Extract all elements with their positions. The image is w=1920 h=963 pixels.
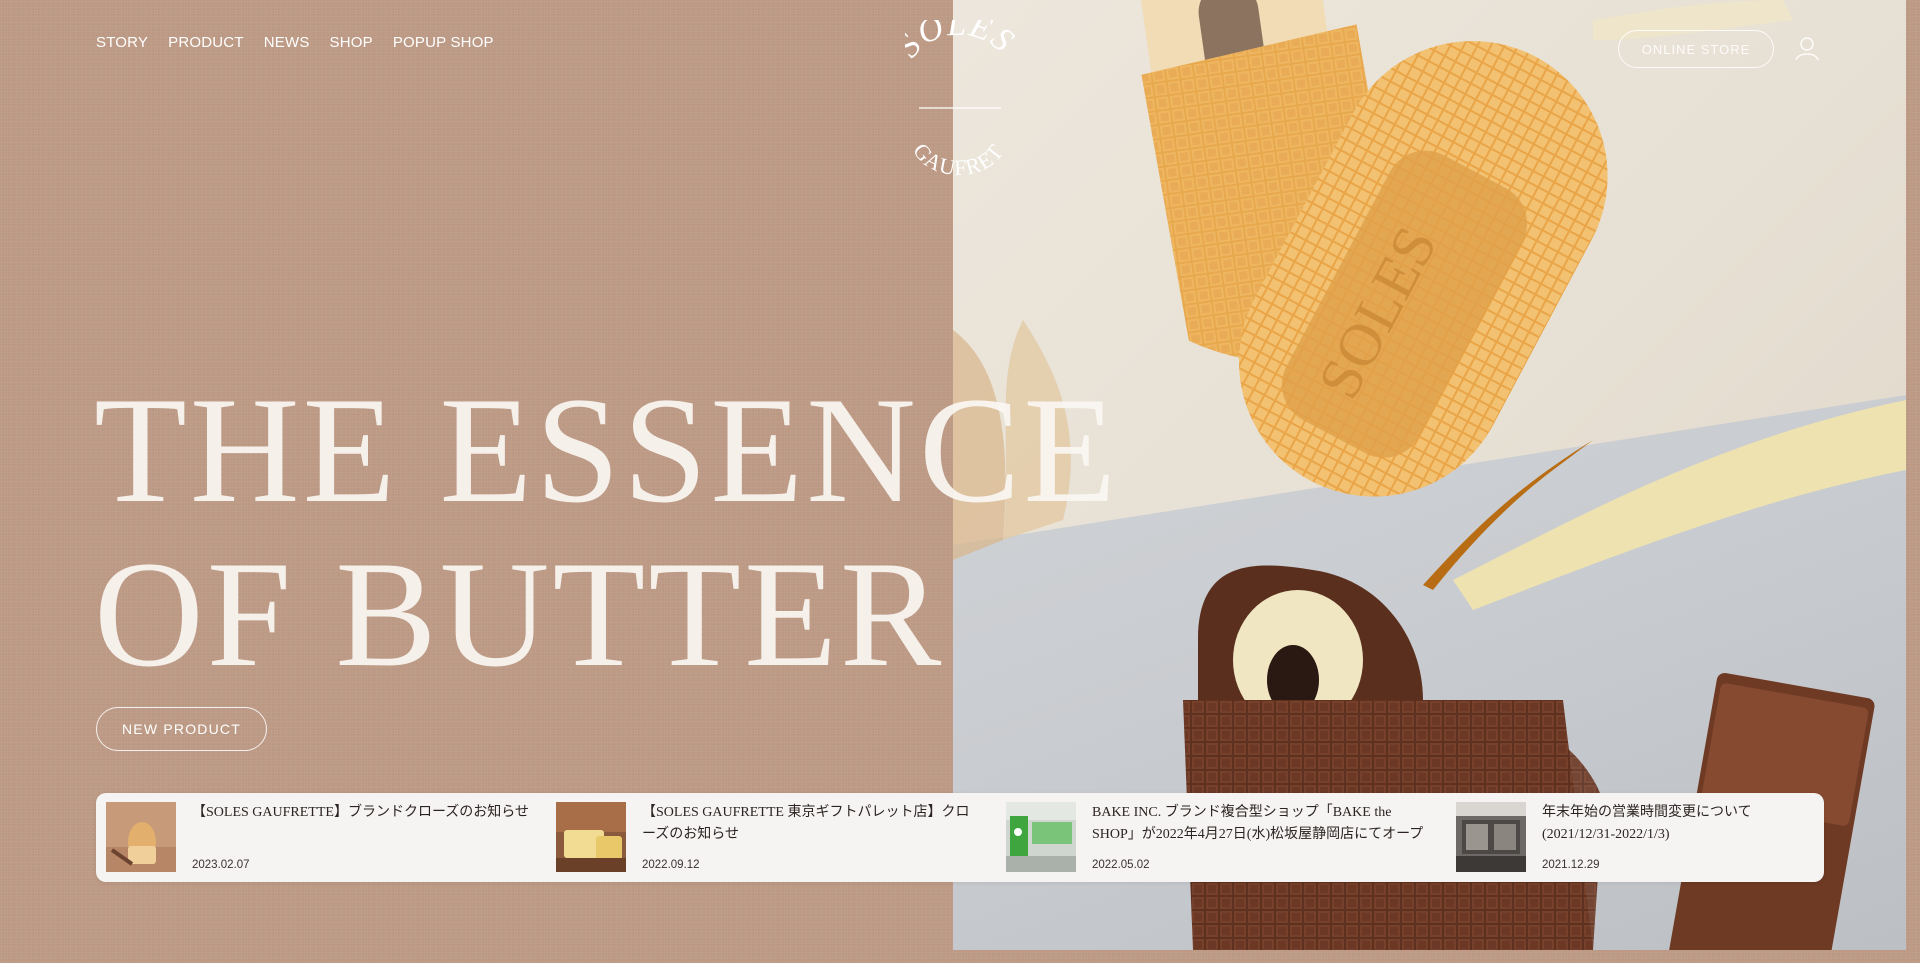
logo-top-text: SOLES (905, 20, 1015, 64)
news-thumbnail (556, 802, 626, 872)
main-nav: STORY PRODUCT NEWS SHOP POPUP SHOP (96, 34, 494, 51)
news-title: BAKE INC. ブランド複合型ショップ「BAKE the SHOP」が202… (1092, 805, 1424, 842)
news-item[interactable]: BAKE INC. ブランド複合型ショップ「BAKE the SHOP」が202… (1006, 802, 1456, 873)
news-title: 【SOLES GAUFRETTE 東京ギフトパレット店】クローズのお知らせ (642, 805, 970, 842)
news-date: 2022.09.12 (642, 859, 700, 871)
new-product-button[interactable]: NEW PRODUCT (96, 707, 267, 751)
news-item[interactable]: 【SOLES GAUFRETTE 東京ギフトパレット店】クローズのお知らせ 20… (556, 802, 1006, 873)
gaufrette-honey-image (106, 802, 176, 872)
nav-popup-shop[interactable]: POPUP SHOP (393, 34, 494, 51)
butter-block-image (556, 802, 626, 872)
hero-headline: THE ESSENCE OF BUTTER (94, 368, 1119, 696)
nav-news[interactable]: NEWS (264, 34, 310, 51)
svg-text:SOLES: SOLES (905, 20, 1015, 64)
nav-shop[interactable]: SHOP (330, 34, 373, 51)
news-thumbnail (106, 802, 176, 872)
headline-line-2: OF BUTTER (94, 530, 945, 698)
news-item[interactable]: 年末年始の営業時間変更について(2021/12/31-2022/1/3) 202… (1456, 802, 1812, 873)
news-date: 2021.12.29 (1542, 859, 1600, 871)
news-title: 年末年始の営業時間変更について(2021/12/31-2022/1/3) (1542, 805, 1752, 842)
news-item[interactable]: 【SOLES GAUFRETTE】ブランドクローズのお知らせ 2023.02.0… (106, 802, 556, 873)
news-thumbnail (1006, 802, 1076, 872)
news-title: 【SOLES GAUFRETTE】ブランドクローズのお知らせ (192, 805, 529, 820)
news-thumbnail (1456, 802, 1526, 872)
nav-product[interactable]: PRODUCT (168, 34, 244, 51)
news-date: 2023.02.07 (192, 859, 250, 871)
online-store-button[interactable]: ONLINE STORE (1618, 30, 1774, 68)
user-icon[interactable] (1792, 33, 1822, 63)
news-date: 2022.05.02 (1092, 859, 1150, 871)
storefront-image (1456, 802, 1526, 872)
nav-story[interactable]: STORY (96, 34, 148, 51)
shop-interior-image (1006, 802, 1076, 872)
news-bar: 【SOLES GAUFRETTE】ブランドクローズのお知らせ 2023.02.0… (96, 793, 1824, 882)
headline-line-1: THE ESSENCE (94, 366, 1120, 534)
brand-logo[interactable]: SOLES GAUFRETTE (905, 20, 1015, 200)
